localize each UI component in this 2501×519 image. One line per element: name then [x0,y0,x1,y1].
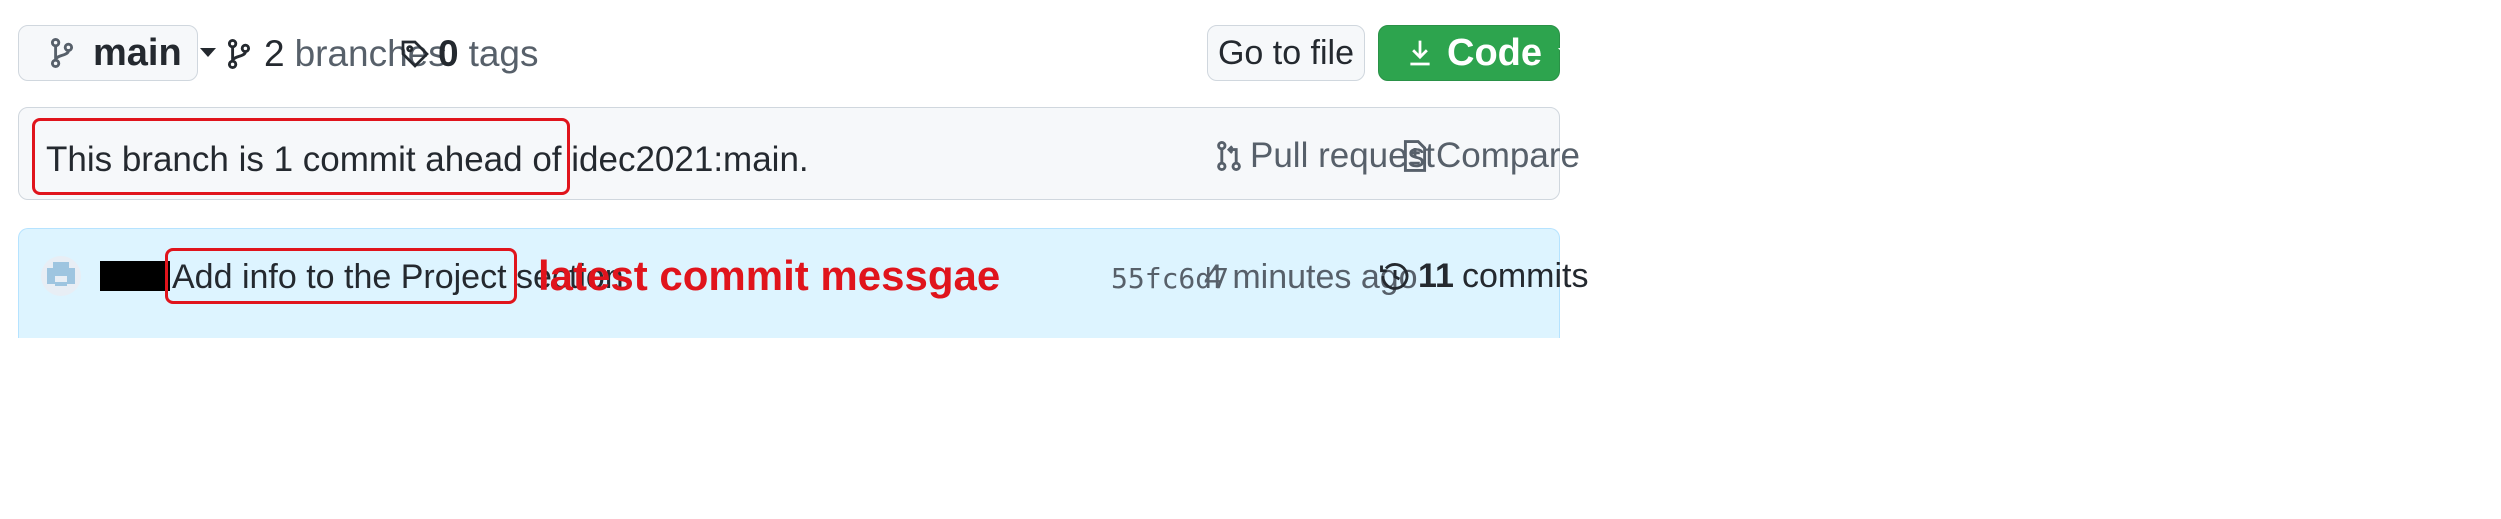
tags-label: tags [468,33,539,74]
git-branch-icon [49,37,75,69]
git-branch-icon [226,38,252,70]
go-to-file-label: Go to file [1217,33,1355,72]
annotation-label: latest commit messgae [538,252,1001,299]
avatar[interactable] [41,256,81,296]
commit-message-highlight [165,248,517,304]
branch-select-label: main [93,31,182,74]
download-icon [1409,39,1431,67]
commits-link[interactable]: 11 commits [1380,256,1589,296]
commits-label: commits [1461,256,1589,295]
author-name-redacted [100,261,170,291]
branches-count: 2 [264,33,285,74]
tag-icon [400,39,430,69]
triangle-down-icon [1558,48,1574,58]
code-button-label: Code [1447,31,1542,74]
compare-link[interactable]: Compare [1402,136,1580,176]
commits-count: 11 [1418,256,1454,295]
branch-status-highlight [32,118,570,195]
code-button[interactable]: Code [1378,25,1574,81]
history-icon [1380,261,1410,291]
go-to-file-button[interactable]: Go to file [1207,25,1365,81]
tags-link[interactable]: 0 tags [400,33,539,74]
diff-icon [1402,140,1428,172]
compare-label: Compare [1436,136,1580,175]
triangle-down-icon [199,48,216,58]
branch-select-button[interactable]: main [18,25,216,81]
tags-count: 0 [438,33,459,74]
git-pull-request-icon [1216,140,1242,172]
